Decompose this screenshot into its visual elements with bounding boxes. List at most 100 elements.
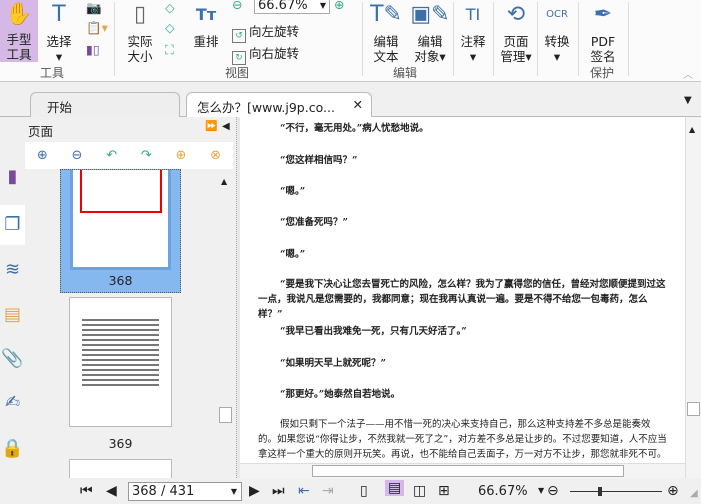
page-number-input[interactable]: 368 / 431 ▼ (128, 482, 242, 501)
status-bar: ⏮ ◀ 368 / 431 ▼ ▶ ⏭ ⇤ ⇥ ▯ ▤ ◫ ⊞ 66.67% ▼ … (0, 478, 701, 504)
signature-panel-icon[interactable]: ✍ (0, 383, 25, 423)
security-lock-icon[interactable]: 🔒 (0, 429, 25, 469)
rotate-right-button[interactable]: ↻ 向右旋转 (232, 43, 299, 65)
zoom-level[interactable]: 66.67% (478, 484, 528, 499)
continuous-facing-icon[interactable]: ⊞ (438, 483, 450, 499)
pdf-sign-button[interactable]: ✒ PDF 签名 (586, 0, 620, 64)
reflow-button[interactable]: Tт 重排 (190, 0, 222, 49)
bookmark-page-icon[interactable]: ▮▯ (86, 42, 100, 57)
comment-button[interactable]: TI 注释 ▾ (458, 0, 488, 64)
page-rotate-icon: ⟲ (506, 2, 526, 27)
text-line: “我早已看出我难免一死，只有几天好活了。” (280, 326, 467, 337)
resize-grip-icon[interactable]: ◢ (690, 488, 698, 499)
facing-page-icon[interactable]: ◫ (413, 483, 426, 499)
insert-page-icon[interactable]: ⊕ (176, 148, 187, 163)
text-line: “如果明天早上就死呢？” (280, 358, 386, 369)
enlarge-thumbnail-icon[interactable]: ⊕ (37, 148, 48, 163)
zoom-out-button[interactable]: ⊖ (547, 483, 559, 499)
tab-start[interactable]: 开始 (30, 92, 180, 117)
first-page-icon[interactable]: ⏮ (80, 483, 93, 499)
zoom-in-button[interactable]: ⊕ (667, 483, 679, 499)
edit-object-icon: ▣✎ (410, 2, 450, 27)
single-page-icon[interactable]: ▯ (360, 483, 368, 499)
tab-document[interactable]: 怎么办？[www.j9p.co... ✕ (186, 92, 372, 117)
typewriter-icon: TI (465, 5, 481, 24)
text-line: “您准备死吗？” (280, 217, 348, 228)
zoom-dropdown-icon[interactable]: ▼ (538, 486, 544, 495)
group-label-view: 视图 (225, 66, 250, 80)
rotate-page-left-icon[interactable]: ↶ (106, 148, 117, 163)
vertical-scrollbar[interactable]: ▲ (685, 117, 701, 478)
ribbon: ✋ 手型 工具 T 选择 ▾ 📷 📋▾ ▮▯ 工具 ▯ 实际 大小 ◇ ◇ ⛶ Tт 重排 … (0, 0, 701, 82)
horizontal-scrollbar[interactable] (240, 463, 685, 478)
text-line: “嗯。” (280, 186, 306, 197)
group-label-tools: 工具 (40, 66, 65, 80)
text-paragraph: “要是我下决心让您去冒死亡的风险，怎么样？我为了赢得您的信任，曾经对您顺便提到过… (258, 279, 666, 320)
fit-width-icon[interactable]: ◇ (165, 0, 175, 15)
edit-object-button[interactable]: ▣✎ 编辑 对象▾ (410, 0, 450, 64)
thumbnail-scroll-up-icon[interactable]: ▲ (221, 177, 227, 186)
page-management-button[interactable]: ⟲ 页面 管理▾ (498, 0, 534, 64)
rotate-page-right-icon[interactable]: ↷ (141, 148, 152, 163)
next-view-icon[interactable]: ⇥ (322, 483, 334, 499)
rotate-left-button[interactable]: ↺ 向左旋转 (232, 21, 299, 43)
rotate-right-icon: ↻ (232, 51, 246, 65)
zoom-slider-thumb[interactable] (598, 487, 603, 496)
text-line: “不行，毫无用处。”病人忧愁地说。 (280, 123, 429, 134)
scroll-up-icon[interactable]: ▲ (689, 125, 695, 134)
text-line: “那更好。”她泰然自若地说。 (280, 389, 401, 400)
zoom-select[interactable]: 66.67% ▼ (254, 0, 330, 14)
previous-page-icon[interactable]: ◀ (106, 483, 117, 499)
clipboard-icon[interactable]: 📋▾ (86, 20, 108, 36)
close-tab-icon[interactable]: ✕ (353, 97, 363, 112)
tab-list-dropdown-icon[interactable]: ▼ (684, 95, 692, 106)
comments-icon[interactable]: ▤ (0, 295, 25, 335)
vertical-scroll-thumb[interactable] (687, 402, 700, 416)
text-line: “您这样相信吗？” (280, 155, 358, 166)
edit-text-icon: T✎ (370, 2, 402, 27)
panel-splitter[interactable] (236, 117, 240, 478)
last-page-icon[interactable]: ⏭ (272, 483, 285, 499)
previous-view-icon[interactable]: ⇤ (298, 483, 310, 499)
thumbnail-area: 368 369 (25, 169, 218, 478)
zoom-out-icon[interactable]: ⊖ (232, 0, 242, 12)
layers-icon[interactable]: ≋ (0, 250, 25, 290)
fit-page-icon[interactable]: ◇ (165, 20, 175, 35)
page-thumbnail-369[interactable] (69, 297, 172, 427)
text-line: “嗯。” (280, 249, 306, 260)
shrink-thumbnail-icon[interactable]: ⊖ (72, 148, 83, 163)
pen-icon: ✒ (593, 2, 613, 27)
group-label-protect: 保护 (590, 66, 615, 80)
select-button[interactable]: T 选择 ▾ (42, 0, 76, 64)
hand-icon: ✋ (5, 2, 33, 27)
rotate-left-icon: ↺ (232, 29, 246, 43)
sidebar: ▮ ❐ ≋ ▤ 📎 ✍ 🔒 页面 ⏩ ◀ ⊕ ⊖ ↶ ↷ ⊕ ⊗ 368 369 ▲ (0, 117, 237, 478)
pages-panel-icon[interactable]: ❐ (0, 205, 25, 245)
collapse-ribbon-icon[interactable]: ︿ (683, 66, 693, 81)
collapse-panel-icon[interactable]: ◀ (222, 121, 230, 132)
continuous-page-icon[interactable]: ▤ (385, 480, 405, 496)
zoom-in-icon[interactable]: ⊕ (334, 0, 344, 12)
convert-button[interactable]: OCR 转换 ▾ (542, 0, 572, 64)
actual-size-button[interactable]: ▯ 实际 大小 (122, 0, 158, 64)
zoom-slider[interactable] (570, 487, 662, 496)
bookmark-icon[interactable]: ▮ (0, 157, 25, 197)
delete-page-icon[interactable]: ⊗ (210, 148, 221, 163)
expand-panel-icon[interactable]: ⏩ (205, 121, 217, 132)
edit-text-button[interactable]: T✎ 编辑 文本 (370, 0, 402, 64)
text-paragraph: 假如只剩下一个法子——用不惜一死的决心来支持自己，那么这种支持差不多总是能奏效的… (258, 419, 667, 460)
next-page-icon[interactable]: ▶ (249, 483, 260, 499)
page-icon: ▯ (133, 2, 147, 27)
page-number-369: 369 (108, 436, 133, 451)
ocr-icon: OCR (546, 9, 568, 20)
panel-toolbar: ⊕ ⊖ ↶ ↷ ⊕ ⊗ (25, 142, 233, 169)
thumbnail-scroll-thumb[interactable] (219, 407, 232, 423)
page-thumbnail-368[interactable]: 368 (60, 169, 181, 293)
fit-visible-icon[interactable]: ⛶ (165, 42, 174, 58)
group-label-edit: 编辑 (393, 66, 418, 80)
snapshot-icon[interactable]: 📷 (86, 0, 102, 16)
text-cursor-icon: T (52, 2, 66, 27)
horizontal-scroll-thumb[interactable] (312, 465, 624, 477)
attachment-icon[interactable]: 📎 (0, 339, 25, 379)
hand-tool-button[interactable]: ✋ 手型 工具 (0, 0, 38, 62)
